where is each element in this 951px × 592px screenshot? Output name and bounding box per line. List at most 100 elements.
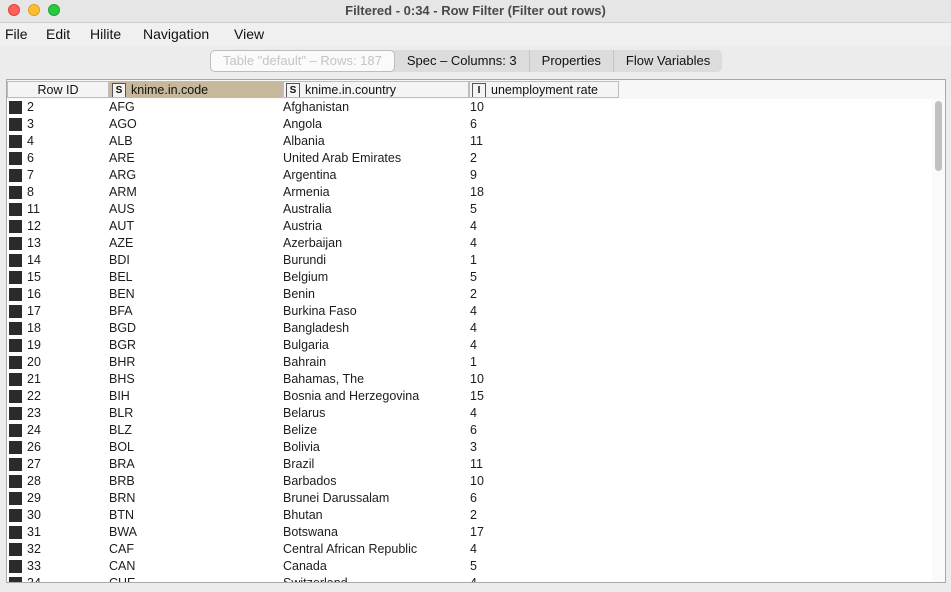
string-type-icon: S [112,83,126,97]
table-row[interactable]: 6 ARE United Arab Emirates 2 [7,150,927,167]
row-color-marker [9,220,22,233]
table-row[interactable]: 24 BLZ Belize 6 [7,422,927,439]
table-row[interactable]: 16 BEN Benin 2 [7,286,927,303]
table-row[interactable]: 26 BOL Bolivia 3 [7,439,927,456]
code-cell: BGD [109,321,137,335]
row-id-cell: 32 [27,542,41,556]
code-cell: BIH [109,389,130,403]
menu-edit[interactable]: Edit [46,26,70,42]
row-color-marker [9,203,22,216]
table-row[interactable]: 33 CAN Canada 5 [7,558,927,575]
country-cell: Barbados [283,474,337,488]
rate-cell: 5 [470,559,477,573]
rate-cell: 10 [470,474,484,488]
rate-cell: 4 [470,219,477,233]
table-row[interactable]: 4 ALB Albania 11 [7,133,927,150]
table-row[interactable]: 14 BDI Burundi 1 [7,252,927,269]
rate-cell: 4 [470,236,477,250]
code-cell: AUS [109,202,135,216]
rate-cell: 6 [470,491,477,505]
row-color-marker [9,390,22,403]
row-color-marker [9,101,22,114]
row-id-cell: 4 [27,134,34,148]
row-id-cell: 16 [27,287,41,301]
table-row[interactable]: 12 AUT Austria 4 [7,218,927,235]
country-cell: Canada [283,559,327,573]
tab-spec[interactable]: Spec – Columns: 3 [395,50,530,72]
menu-file[interactable]: File [5,26,28,42]
column-label: unemployment rate [491,83,599,97]
menu-view[interactable]: View [234,26,264,42]
country-cell: Brunei Darussalam [283,491,390,505]
row-id-cell: 21 [27,372,41,386]
table-row[interactable]: 32 CAF Central African Republic 4 [7,541,927,558]
table-row[interactable]: 15 BEL Belgium 5 [7,269,927,286]
country-cell: Azerbaijan [283,236,343,250]
country-cell: Belarus [283,406,326,420]
table-row[interactable]: 7 ARG Argentina 9 [7,167,927,184]
table-row[interactable]: 30 BTN Bhutan 2 [7,507,927,524]
row-id-cell: 29 [27,491,41,505]
column-header-country[interactable]: Sknime.in.country [283,81,469,98]
row-color-marker [9,373,22,386]
table-row[interactable]: 3 AGO Angola 6 [7,116,927,133]
vertical-scrollbar[interactable] [932,99,945,582]
table-row[interactable]: 23 BLR Belarus 4 [7,405,927,422]
rate-cell: 2 [470,151,477,165]
rate-cell: 4 [470,338,477,352]
country-cell: Armenia [283,185,330,199]
integer-type-icon: I [472,83,486,97]
row-color-marker [9,186,22,199]
column-label: Row ID [37,83,79,97]
code-cell: ARG [109,168,137,182]
menu-hilite[interactable]: Hilite [90,26,121,42]
table-row[interactable]: 34 CHE Switzerland 4 [7,575,927,582]
column-header-unemployment-rate[interactable]: Iunemployment rate [469,81,619,98]
rate-cell: 4 [470,304,477,318]
table-row[interactable]: 2 AFG Afghanistan 10 [7,99,927,116]
row-id-cell: 7 [27,168,34,182]
country-cell: Argentina [283,168,337,182]
row-id-cell: 8 [27,185,34,199]
tab-table[interactable]: Table "default" – Rows: 187 [210,50,395,72]
row-color-marker [9,458,22,471]
table-row[interactable]: 18 BGD Bangladesh 4 [7,320,927,337]
table-row[interactable]: 8 ARM Armenia 18 [7,184,927,201]
column-header-row-id[interactable]: Row ID [7,81,109,98]
table-row[interactable]: 11 AUS Australia 5 [7,201,927,218]
table-row[interactable]: 27 BRA Brazil 11 [7,456,927,473]
code-cell: AUT [109,219,134,233]
row-id-cell: 12 [27,219,41,233]
table-row[interactable]: 13 AZE Azerbaijan 4 [7,235,927,252]
code-cell: BDI [109,253,130,267]
column-label: knime.in.code [131,83,209,97]
scrollbar-thumb[interactable] [935,101,942,171]
table-row[interactable]: 20 BHR Bahrain 1 [7,354,927,371]
country-cell: Bahrain [283,355,327,369]
country-cell: Brazil [283,457,315,471]
tab-flow-variables[interactable]: Flow Variables [614,50,722,72]
table-row[interactable]: 31 BWA Botswana 17 [7,524,927,541]
row-color-marker [9,492,22,505]
table-row[interactable]: 22 BIH Bosnia and Herzegovina 15 [7,388,927,405]
column-header-code[interactable]: Sknime.in.code [109,81,283,98]
table-row[interactable]: 17 BFA Burkina Faso 4 [7,303,927,320]
country-cell: Botswana [283,525,338,539]
table-row[interactable]: 19 BGR Bulgaria 4 [7,337,927,354]
row-color-marker [9,577,22,582]
row-id-cell: 26 [27,440,41,454]
row-id-cell: 11 [27,202,40,216]
table-row[interactable]: 21 BHS Bahamas, The 10 [7,371,927,388]
row-color-marker [9,237,22,250]
country-cell: Burkina Faso [283,304,357,318]
rate-cell: 2 [470,287,477,301]
menu-navigation[interactable]: Navigation [143,26,209,42]
country-cell: Bolivia [283,440,320,454]
view-tabs: Table "default" – Rows: 187 Spec – Colum… [210,50,723,72]
rate-cell: 6 [470,117,477,131]
tab-properties[interactable]: Properties [530,50,614,72]
table-row[interactable]: 28 BRB Barbados 10 [7,473,927,490]
table-row[interactable]: 29 BRN Brunei Darussalam 6 [7,490,927,507]
code-cell: BRN [109,491,136,505]
rate-cell: 10 [470,372,484,386]
